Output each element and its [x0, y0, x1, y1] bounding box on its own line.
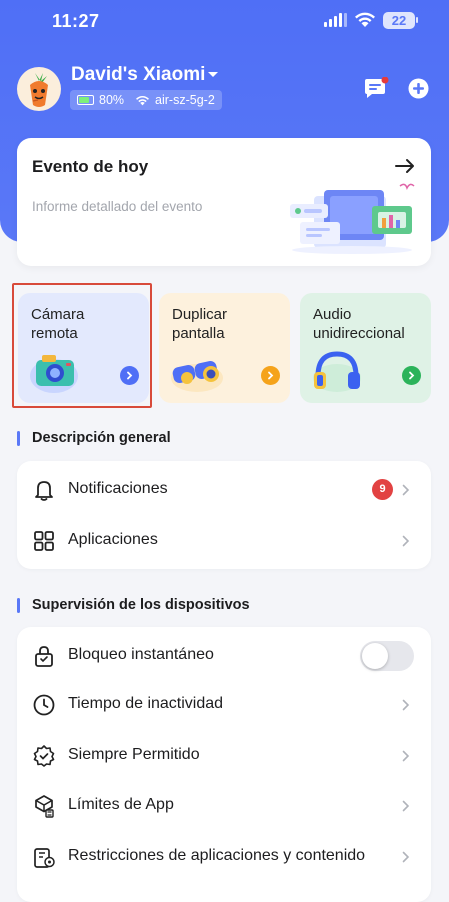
restriction-icon	[34, 848, 55, 868]
lock-icon	[35, 646, 53, 667]
list-item-downtime[interactable]: Tiempo de inactividad	[17, 679, 431, 730]
feature-label: Duplicar pantalla	[172, 306, 228, 342]
list-item-label: Siempre Permitido	[68, 746, 200, 763]
status-bar: 11:27 22	[0, 0, 449, 40]
section-title-supervision: Supervisión de los dispositivos	[17, 597, 250, 613]
message-icon[interactable]	[363, 77, 389, 101]
list-item-app-limits[interactable]: Límites de App	[17, 780, 431, 831]
chevron-right-icon	[268, 371, 274, 380]
battery-indicator: 22	[383, 12, 415, 29]
chevron-right-icon	[402, 484, 410, 496]
instant-lock-toggle[interactable]	[360, 641, 414, 671]
feature-tile-one-way-audio[interactable]: Audio unidireccional	[300, 293, 431, 403]
list-item-label: Restricciones de aplicaciones y contenid…	[68, 847, 366, 864]
device-battery: 80%	[99, 93, 125, 107]
list-item-label: Notificaciones	[68, 480, 168, 497]
toggle-knob	[362, 643, 388, 669]
list-item-notifications[interactable]: Notificaciones 9	[17, 464, 431, 515]
overview-card: Notificaciones 9 Aplicaciones	[17, 461, 431, 569]
selection-highlight	[12, 283, 152, 408]
app-limit-icon	[35, 795, 54, 818]
list-item-label: Tiempo de inactividad	[68, 695, 224, 712]
battery-tip	[416, 17, 418, 23]
add-icon[interactable]	[408, 78, 429, 99]
feature-tile-screen-mirroring[interactable]: Duplicar pantalla	[159, 293, 290, 403]
section-title-overview: Descripción general	[17, 430, 171, 446]
chevron-right-icon	[402, 851, 410, 863]
feature-label: Audio unidireccional	[313, 306, 405, 342]
list-item-instant-lock[interactable]: Bloqueo instantáneo	[17, 630, 431, 681]
chevron-right-icon	[402, 800, 410, 812]
list-item-apps[interactable]: Aplicaciones	[17, 515, 431, 566]
notification-count-badge: 9	[372, 479, 393, 500]
status-time: 11:27	[52, 11, 100, 31]
section-title-label: Descripción general	[32, 430, 171, 446]
list-item-content-restrictions[interactable]: Restricciones de aplicaciones y contenid…	[17, 831, 431, 882]
chevron-right-icon	[409, 371, 415, 380]
today-event-card[interactable]: Evento de hoy Informe detallado del even…	[17, 138, 431, 266]
wifi-icon	[136, 95, 150, 105]
check-badge-icon	[33, 745, 55, 767]
list-item-always-allowed[interactable]: Siempre Permitido	[17, 730, 431, 781]
list-item-label: Límites de App	[68, 796, 174, 813]
list-item-label: Aplicaciones	[68, 531, 158, 548]
device-status-chip: 80% air-sz-5g-2	[70, 90, 222, 110]
arrow-button[interactable]	[261, 366, 280, 385]
headphones-icon	[313, 351, 361, 392]
list-item-label: Bloqueo instantáneo	[68, 646, 214, 663]
carrot-mascot-icon	[30, 73, 48, 107]
section-title-label: Supervisión de los dispositivos	[32, 597, 250, 613]
bell-icon	[35, 481, 53, 501]
binoculars-icon	[171, 361, 223, 392]
clock-icon	[33, 694, 55, 716]
device-name[interactable]: David's Xiaomi	[71, 64, 205, 86]
event-subtitle: Informe detallado del evento	[32, 199, 203, 214]
signal-icon	[324, 13, 347, 27]
battery-icon	[77, 95, 94, 105]
event-title: Evento de hoy	[32, 157, 149, 176]
chevron-right-icon	[402, 535, 410, 547]
device-header: David's Xiaomi 80% air-sz-5g-2	[17, 64, 437, 114]
arrow-button[interactable]	[402, 366, 421, 385]
chevron-right-icon	[402, 750, 410, 762]
chevron-right-icon	[402, 699, 410, 711]
chevron-down-icon[interactable]	[207, 71, 219, 79]
report-illustration-icon	[290, 183, 415, 254]
avatar[interactable]	[17, 67, 61, 111]
apps-grid-icon	[34, 531, 54, 551]
arrow-right-icon[interactable]	[395, 158, 415, 174]
device-wifi: air-sz-5g-2	[155, 93, 215, 107]
wifi-icon	[355, 12, 375, 27]
supervision-card: Bloqueo instantáneo Tiempo de inactivida…	[17, 627, 431, 902]
